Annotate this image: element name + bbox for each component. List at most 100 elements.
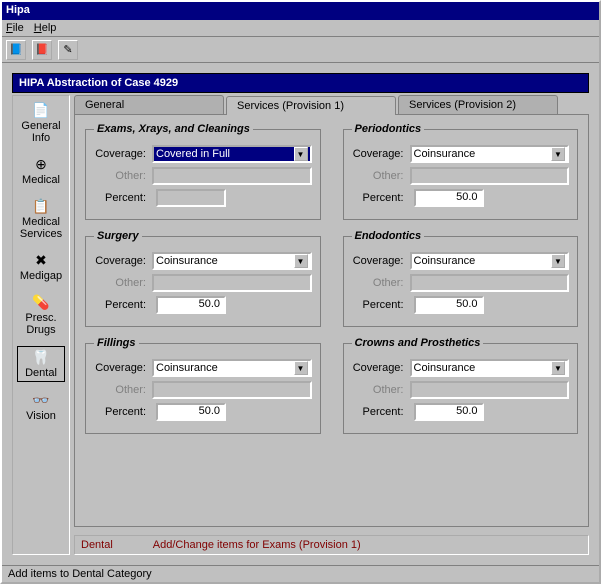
coverage-label: Coverage: <box>94 362 146 374</box>
group-legend: Fillings <box>94 337 139 349</box>
other-input[interactable] <box>410 274 570 292</box>
percent-label: Percent: <box>352 299 404 311</box>
chevron-down-icon: ▼ <box>294 361 308 375</box>
chevron-down-icon: ▼ <box>294 147 308 161</box>
coverage-value: Coinsurance <box>156 362 218 374</box>
percent-label: Percent: <box>94 192 146 204</box>
coverage-label: Coverage: <box>94 255 146 267</box>
coverage-label: Coverage: <box>352 255 404 267</box>
percent-input[interactable]: 50.0 <box>414 403 484 421</box>
chevron-down-icon: ▼ <box>551 361 565 375</box>
percent-input[interactable]: 50.0 <box>156 403 226 421</box>
toolbar-btn-2[interactable]: 📕 <box>32 40 52 60</box>
menu-help[interactable]: Help <box>34 22 57 34</box>
coverage-select[interactable]: Covered in Full ▼ <box>152 145 312 163</box>
other-label: Other: <box>352 170 404 182</box>
inner-status-left: Dental <box>81 539 113 551</box>
group-perio: Periodontics Coverage: Coinsurance ▼ Other: P… <box>343 123 579 220</box>
group-crowns: Crowns and Prosthetics Coverage: Coinsuran… <box>343 337 579 434</box>
toolbar-btn-1[interactable]: 📘 <box>6 40 26 60</box>
coverage-select[interactable]: Coinsurance ▼ <box>152 252 312 270</box>
other-input[interactable] <box>410 381 570 399</box>
group-fillings: Fillings Coverage: Coinsurance ▼ Other: Perce… <box>85 337 321 434</box>
panel-title: HIPA Abstraction of Case 4929 <box>12 73 589 93</box>
nav-icon: 💊 <box>33 294 49 310</box>
tab-services-1[interactable]: Services (Provision 1) <box>226 96 396 115</box>
nav-icon: 👓 <box>33 392 49 408</box>
nav-label: General Info <box>19 120 63 144</box>
menu-bar: File Help <box>2 20 599 37</box>
group-legend: Crowns and Prosthetics <box>352 337 484 349</box>
nav-item-2[interactable]: 📋 Medical Services <box>17 196 65 242</box>
percent-label: Percent: <box>94 299 146 311</box>
coverage-select[interactable]: Coinsurance ▼ <box>410 145 570 163</box>
status-bar: Add items to Dental Category <box>2 565 599 582</box>
other-label: Other: <box>94 170 146 182</box>
coverage-value: Coinsurance <box>414 255 476 267</box>
coverage-label: Coverage: <box>352 148 404 160</box>
percent-input[interactable]: 50.0 <box>156 296 226 314</box>
nav-label: Presc. Drugs <box>19 312 63 336</box>
nav-item-6[interactable]: 👓 Vision <box>17 390 65 424</box>
other-label: Other: <box>94 384 146 396</box>
left-nav: 📄 General Info ⊕ Medical 📋 Medical Services ✖ M… <box>12 95 70 555</box>
percent-input[interactable] <box>156 189 226 207</box>
nav-item-5[interactable]: 🦷 Dental <box>17 346 65 382</box>
nav-icon: 📋 <box>33 198 49 214</box>
other-label: Other: <box>352 277 404 289</box>
nav-item-0[interactable]: 📄 General Info <box>17 100 65 146</box>
group-endo: Endodontics Coverage: Coinsurance ▼ Other: Pe… <box>343 230 579 327</box>
tab-body: Exams, Xrays, and Cleanings Coverage: Cove… <box>74 114 589 527</box>
nav-label: Medical <box>22 174 60 186</box>
tab-strip: General Services (Provision 1) Services … <box>74 95 589 114</box>
nav-item-3[interactable]: ✖ Medigap <box>17 250 65 284</box>
chevron-down-icon: ▼ <box>551 254 565 268</box>
nav-label: Medigap <box>20 270 62 282</box>
percent-input[interactable]: 50.0 <box>414 189 484 207</box>
group-surgery: Surgery Coverage: Coinsurance ▼ Other: Percen… <box>85 230 321 327</box>
percent-label: Percent: <box>352 192 404 204</box>
window-title: Hipa <box>2 2 599 20</box>
nav-label: Vision <box>26 410 56 422</box>
other-label: Other: <box>352 384 404 396</box>
toolbar: 📘 📕 ✎ <box>2 37 599 63</box>
other-input[interactable] <box>152 381 312 399</box>
group-legend: Periodontics <box>352 123 425 135</box>
nav-label: Medical Services <box>19 216 63 240</box>
coverage-value: Covered in Full <box>156 148 230 160</box>
percent-input[interactable]: 50.0 <box>414 296 484 314</box>
menu-file[interactable]: File <box>6 22 24 34</box>
nav-icon: ⊕ <box>33 156 49 172</box>
group-legend: Exams, Xrays, and Cleanings <box>94 123 253 135</box>
group-legend: Surgery <box>94 230 142 242</box>
toolbar-btn-3[interactable]: ✎ <box>58 40 78 60</box>
coverage-select[interactable]: Coinsurance ▼ <box>410 252 570 270</box>
other-input[interactable] <box>410 167 570 185</box>
group-legend: Endodontics <box>352 230 425 242</box>
other-label: Other: <box>94 277 146 289</box>
coverage-value: Coinsurance <box>414 362 476 374</box>
percent-label: Percent: <box>94 406 146 418</box>
chevron-down-icon: ▼ <box>551 147 565 161</box>
coverage-select[interactable]: Coinsurance ▼ <box>410 359 570 377</box>
nav-label: Dental <box>25 367 57 379</box>
inner-status-right: Add/Change items for Exams (Provision 1) <box>153 539 361 551</box>
other-input[interactable] <box>152 274 312 292</box>
coverage-value: Coinsurance <box>414 148 476 160</box>
tab-services-2[interactable]: Services (Provision 2) <box>398 95 558 114</box>
coverage-select[interactable]: Coinsurance ▼ <box>152 359 312 377</box>
chevron-down-icon: ▼ <box>294 254 308 268</box>
nav-icon: ✖ <box>33 252 49 268</box>
group-exams: Exams, Xrays, and Cleanings Coverage: Cove… <box>85 123 321 220</box>
tab-general[interactable]: General <box>74 95 224 114</box>
coverage-value: Coinsurance <box>156 255 218 267</box>
inner-status: Dental Add/Change items for Exams (Provi… <box>74 535 589 555</box>
percent-label: Percent: <box>352 406 404 418</box>
nav-icon: 📄 <box>33 102 49 118</box>
coverage-label: Coverage: <box>352 362 404 374</box>
nav-item-1[interactable]: ⊕ Medical <box>17 154 65 188</box>
nav-item-4[interactable]: 💊 Presc. Drugs <box>17 292 65 338</box>
nav-icon: 🦷 <box>33 349 49 365</box>
other-input[interactable] <box>152 167 312 185</box>
coverage-label: Coverage: <box>94 148 146 160</box>
